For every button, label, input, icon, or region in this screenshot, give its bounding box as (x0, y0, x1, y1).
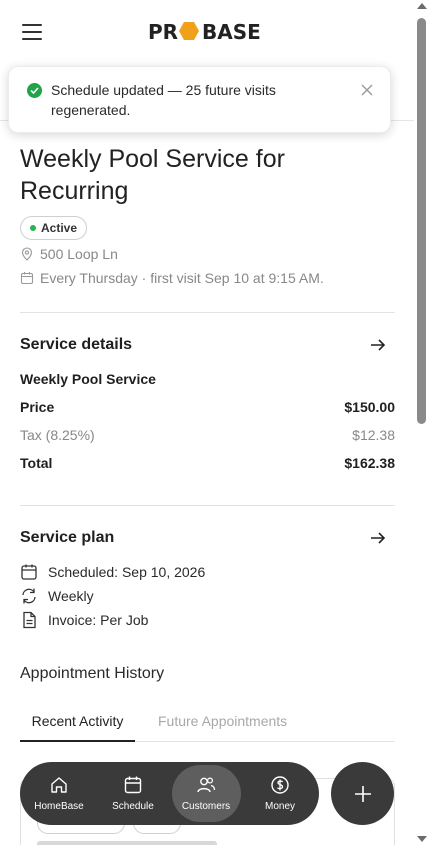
status-dot (30, 225, 36, 231)
close-icon[interactable] (359, 82, 375, 98)
plus-icon (355, 786, 371, 802)
svg-text:PR: PR (148, 20, 178, 44)
tax-row: Tax (8.25%) $12.38 (20, 425, 395, 445)
nav-label: Customers (181, 801, 231, 812)
service-plan-heading: Service plan (20, 529, 115, 546)
success-toast: Schedule updated — 25 future visits rege… (8, 66, 391, 133)
nav-item-customers[interactable]: Customers (172, 762, 240, 825)
total-row: Total $162.38 (20, 453, 395, 473)
section-divider (20, 312, 395, 313)
nav-item-schedule[interactable]: Schedule (99, 762, 167, 825)
calendar-icon (124, 776, 142, 794)
scrollbar[interactable] (414, 0, 430, 845)
dollar-icon (271, 776, 289, 794)
tax-value: $12.38 (352, 427, 395, 443)
scheduled-text: Scheduled: Sep 10, 2026 (48, 564, 206, 580)
tax-label: Tax (8.25%) (20, 427, 95, 443)
frequency-text: Weekly (48, 588, 94, 604)
invoice-text: Invoice: Per Job (48, 612, 149, 628)
scroll-thumb[interactable] (417, 18, 426, 424)
service-details-heading: Service details (20, 336, 133, 353)
service-name-row: Weekly Pool Service (20, 369, 395, 389)
card-text-placeholder (37, 841, 217, 845)
price-row: Price $150.00 (20, 397, 395, 417)
add-button[interactable] (331, 762, 394, 825)
svg-text:BASE: BASE (202, 20, 261, 44)
total-label: Total (20, 455, 53, 471)
scroll-up-arrow-icon[interactable] (417, 3, 427, 9)
tab-future-appointments[interactable]: Future Appointments (158, 705, 303, 742)
nav-label: Schedule (112, 801, 154, 812)
location-pin-icon (21, 247, 33, 261)
schedule-note-text: Every Thursday · first visit Sep 10 at 9… (40, 270, 324, 286)
bottom-nav: HomeBase Schedule Customers Money (20, 762, 319, 825)
section-divider (20, 505, 395, 506)
address-text: 500 Loop Ln (40, 246, 118, 262)
nav-item-money[interactable]: Money (246, 762, 314, 825)
nav-label: Money (264, 801, 295, 812)
status-badge: Active (20, 216, 88, 240)
nav-item-homebase[interactable]: HomeBase (25, 762, 93, 825)
scroll-down-arrow-icon[interactable] (417, 836, 427, 842)
hamburger-menu-icon[interactable] (22, 24, 42, 40)
customers-icon (197, 777, 216, 793)
repeat-icon (22, 588, 36, 604)
document-icon (23, 611, 36, 629)
home-icon (51, 777, 67, 793)
history-tabs: Recent Activity Future Appointments (20, 705, 395, 742)
calendar-icon (21, 564, 37, 580)
price-value: $150.00 (344, 399, 395, 415)
appointment-history-heading: Appointment History (20, 665, 165, 682)
job-title: Weekly Pool Service for Recurring (20, 145, 285, 205)
calendar-icon (20, 272, 34, 285)
service-plan-arrow-icon[interactable] (368, 528, 388, 548)
total-value: $162.38 (344, 455, 395, 471)
toast-message: Schedule updated — 25 future visits rege… (51, 82, 276, 118)
check-circle-icon (27, 83, 42, 98)
tab-recent-activity[interactable]: Recent Activity (20, 705, 135, 742)
top-bar: PR BASE (0, 0, 414, 64)
price-label: Price (20, 399, 55, 415)
service-name: Weekly Pool Service (20, 371, 156, 387)
service-details-arrow-icon[interactable] (368, 335, 388, 355)
status-label: Active (41, 221, 78, 235)
probase-logo: PR BASE (148, 18, 270, 46)
nav-label: HomeBase (34, 801, 84, 812)
